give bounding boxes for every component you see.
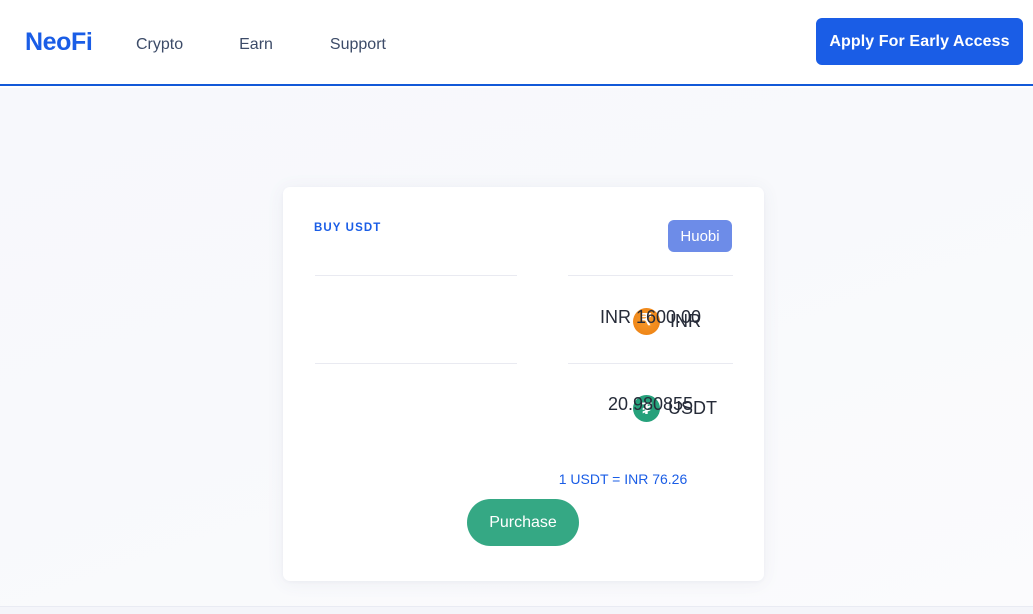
card-title: BUY USDT	[314, 222, 382, 234]
apply-for-early-access-button[interactable]: Apply For Early Access	[816, 18, 1023, 65]
exchange-badge-huobi[interactable]: Huobi	[668, 220, 732, 252]
amount-inr: INR 1600.00	[599, 307, 702, 327]
divider-right-bottom	[568, 363, 733, 364]
page-root: NeoFi Crypto Earn Support Apply For Earl…	[0, 0, 1033, 614]
nav-item-support[interactable]: Support	[330, 35, 386, 55]
divider-left-top	[315, 275, 517, 276]
divider-right-top	[568, 275, 733, 276]
site-header: NeoFi Crypto Earn Support Apply For Earl…	[0, 0, 1033, 86]
logo-neofi[interactable]: NeoFi	[25, 30, 93, 55]
footer-edge	[0, 606, 1033, 614]
conversion-rate-text: 1 USDT = INR 76.26	[558, 471, 688, 487]
purchase-button[interactable]: Purchase	[467, 499, 579, 546]
nav-item-earn[interactable]: Earn	[239, 35, 273, 55]
nav-item-crypto[interactable]: Crypto	[136, 35, 183, 55]
buy-usdt-card: BUY USDT Huobi ₹ INR INR 1600.00 ₮ USDT …	[283, 187, 764, 581]
primary-nav: Crypto Earn Support	[136, 35, 386, 55]
amount-usdt: 20.980855	[607, 394, 694, 414]
divider-left-bottom	[315, 363, 517, 364]
